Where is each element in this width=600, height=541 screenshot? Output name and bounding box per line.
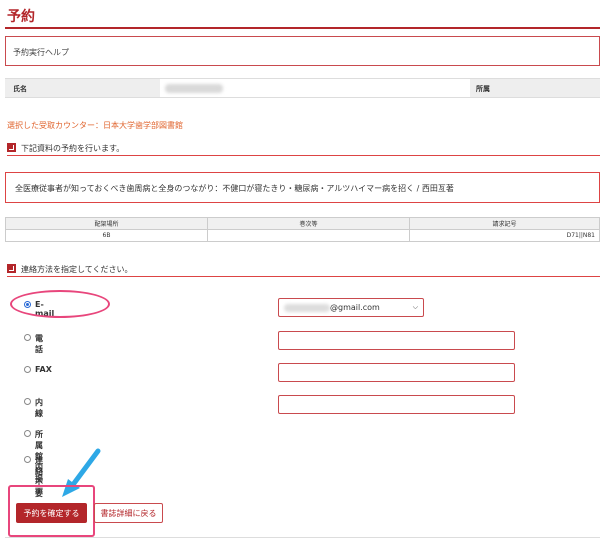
email-redacted [284,304,330,312]
cell-callnumber: D71||N81 [409,229,600,242]
col-location: 配架場所 [5,217,208,230]
contact-section-header: 連絡方法を指定してください。 [7,263,600,277]
user-name-redacted [165,84,223,93]
col-volume: 巻次等 [207,217,410,230]
name-label-cell [5,79,160,97]
email-highlight-oval [10,290,110,318]
radio-fax[interactable] [24,366,31,373]
radio-none[interactable] [24,456,31,463]
col-callnumber: 請求記号 [409,217,600,230]
radio-extension[interactable] [24,398,31,405]
reserve-section-heading: 下記資料の予約を行います。 [21,144,125,153]
title-divider [5,27,600,29]
page-title: 予約 [7,9,35,25]
option-label: FAX [35,365,52,374]
bottom-divider [5,537,600,538]
cell-location: 6B [5,229,208,242]
confirm-reservation-button[interactable]: 予約を確定する [16,503,87,523]
help-box [5,36,600,66]
holdings-table: 配架場所 巻次等 請求記号 6B D71||N81 [5,217,600,242]
contact-section-heading: 連絡方法を指定してください。 [21,265,133,274]
option-label: 内線 [35,398,43,418]
cell-volume [207,229,410,242]
radio-phone[interactable] [24,334,31,341]
email-select[interactable]: @gmail.com ⌵ [278,298,424,317]
help-link[interactable]: 予約実行ヘルプ [13,47,69,58]
phone-field[interactable] [278,331,515,350]
fax-field[interactable] [278,363,515,382]
item-title: 全医療従事者が知っておくべき歯周病と全身のつながり：不健口が寝たきり・糖尿病・ア… [15,184,454,193]
name-label: 氏名 [13,85,27,93]
radio-notice[interactable] [24,430,31,437]
option-label: 電話 [35,334,43,354]
chevron-down-icon: ⌵ [412,303,418,311]
affiliation-label: 所属 [476,85,490,93]
email-value: @gmail.com [330,303,380,312]
section-arrow-icon [7,143,16,152]
back-to-details-button[interactable]: 書誌詳細に戻る [94,503,163,523]
reserve-section-header: 下記資料の予約を行います。 [7,142,600,156]
extension-field[interactable] [278,395,515,414]
table-row: 6B D71||N81 [5,229,600,242]
selected-counter: 選択した受取カウンター：日本大学歯学部図書館 [7,121,183,130]
section-arrow-icon [7,264,16,273]
